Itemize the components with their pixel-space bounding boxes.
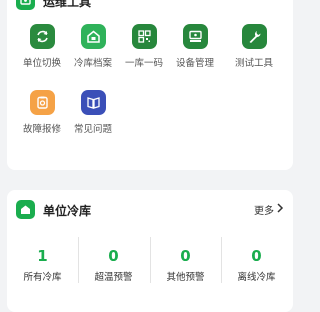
tool-cold-archive[interactable]: 冷库档案 [66, 24, 120, 69]
wrench-icon [241, 24, 267, 49]
tools-card: 运维工具 单位切换 冷库档案 一库一码 设备管理 测试工具 故障报修 常见问题 [7, 0, 293, 170]
faq-book-icon [80, 90, 106, 115]
chevron-right-icon [276, 203, 284, 216]
tool-unit-switch[interactable]: 单位切换 [15, 24, 69, 69]
stat-all-cold-storage[interactable]: 1 所有冷库 [7, 237, 78, 283]
cold-stats: 1 所有冷库 0 超温预警 0 其他预警 0 离线冷库 [7, 237, 293, 287]
tool-faq[interactable]: 常见问题 [66, 90, 120, 135]
more-link[interactable]: 更多 [254, 202, 284, 217]
tool-label: 冷库档案 [73, 58, 112, 69]
tool-label: 测试工具 [234, 58, 273, 69]
stat-label: 离线冷库 [237, 272, 276, 283]
tool-label: 设备管理 [175, 58, 214, 69]
tool-test-tools[interactable]: 测试工具 [227, 24, 281, 69]
tool-fault-repair[interactable]: 故障报修 [15, 90, 69, 135]
cold-storage-header-icon [16, 200, 35, 219]
cold-section-title: 单位冷库 [43, 204, 92, 218]
stat-value: 0 [180, 247, 191, 265]
tool-label: 常见问题 [73, 124, 112, 135]
device-icon [182, 24, 208, 49]
stat-value: 0 [251, 247, 262, 265]
stat-offline-cold-storage[interactable]: 0 离线冷库 [221, 237, 292, 283]
tool-label: 单位切换 [22, 58, 61, 69]
stat-value: 0 [108, 247, 119, 265]
tool-label: 故障报修 [22, 124, 61, 135]
tool-device-management[interactable]: 设备管理 [168, 24, 222, 69]
cold-storage-card: 单位冷库 更多 1 所有冷库 0 超温预警 0 其他预警 0 离线冷库 [7, 190, 293, 312]
stat-label: 其他预警 [166, 272, 205, 283]
tool-qr-code[interactable]: 一库一码 [117, 24, 171, 69]
stat-label: 所有冷库 [23, 272, 62, 283]
stat-value: 1 [37, 247, 48, 265]
tools-section-title: 运维工具 [43, 0, 92, 9]
tools-header-icon [16, 0, 35, 10]
qr-code-icon [131, 24, 157, 49]
stat-over-temp-warning[interactable]: 0 超温预警 [78, 237, 149, 283]
switch-icon [29, 24, 55, 49]
more-label: 更多 [254, 206, 274, 217]
stat-other-warning[interactable]: 0 其他预警 [150, 237, 221, 283]
tool-label: 一库一码 [124, 58, 163, 69]
repair-icon [29, 90, 55, 115]
cold-storage-archive-icon [80, 24, 106, 49]
stat-label: 超温预警 [94, 272, 133, 283]
